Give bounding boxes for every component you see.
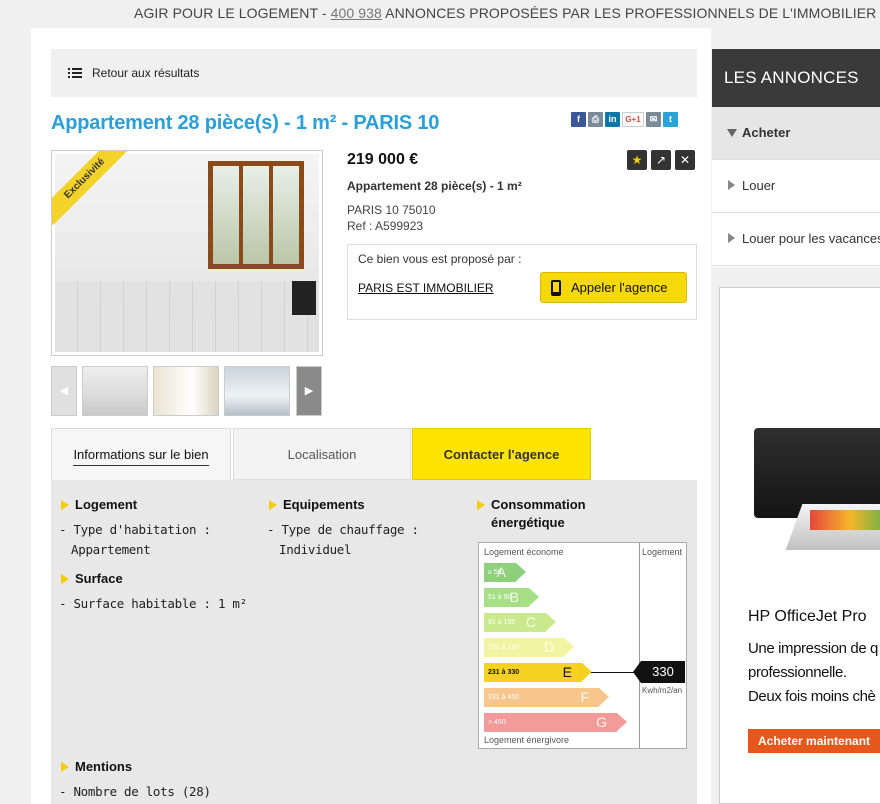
listing-subtitle: Appartement 28 pièce(s) - 1 m² <box>347 179 522 193</box>
banner-suffix: ANNONCES PROPOSÉES PAR LES PROFESSIONNEL… <box>381 5 877 21</box>
mentions-heading: Mentions <box>61 758 211 776</box>
sidebar-title: LES ANNONCES <box>712 49 880 107</box>
thumb-prev-button[interactable]: ◀ <box>51 366 77 416</box>
favorite-star-icon[interactable]: ★ <box>627 150 647 170</box>
ad-title: HP OfficeJet Pro <box>748 608 867 625</box>
close-icon[interactable]: ✕ <box>675 150 695 170</box>
top-banner: AGIR POUR LE LOGEMENT - 400 938 ANNONCES… <box>0 0 880 28</box>
ad-buy-button[interactable]: Acheter maintenant <box>748 729 880 753</box>
call-agency-button[interactable]: Appeler l'agence <box>540 272 687 303</box>
energy-class-a: ≤ 50 A <box>484 563 526 582</box>
printer-image <box>754 428 880 550</box>
details-panel: Logement - Type d'habitation : Apparteme… <box>51 480 697 804</box>
listings-sidebar: LES ANNONCES Acheter Louer Louer pour le… <box>712 49 880 267</box>
price: 219 000 € <box>347 151 419 168</box>
sidebar-item-louer[interactable]: Louer <box>712 160 880 213</box>
listing-ref: Ref : A599923 <box>347 219 424 233</box>
energy-unit: Kwh/m2/an <box>642 686 683 695</box>
facebook-icon[interactable]: f <box>571 112 586 127</box>
list-icon <box>68 67 82 79</box>
tab-information[interactable]: Informations sur le bien <box>51 428 231 480</box>
main-photo[interactable]: Exclusivité <box>51 150 323 356</box>
energy-value: 330 <box>633 661 685 683</box>
agency-intro: Ce bien vous est proposé par : <box>358 252 522 266</box>
thumbnail-1[interactable] <box>82 366 148 416</box>
detail-tabs: Informations sur le bien Localisation Co… <box>51 428 697 480</box>
ad-text: Une impression de q professionnelle. Deux … <box>748 640 878 705</box>
thumbnail-strip: ◀ ▶ <box>51 366 323 416</box>
thumbnail-3[interactable] <box>224 366 290 416</box>
twitter-icon[interactable]: t <box>663 112 678 127</box>
google-plus-icon[interactable]: G+1 <box>622 112 644 127</box>
energy-class-c: 91 à 150 C <box>484 613 556 632</box>
back-to-results-button[interactable]: Retour aux résultats <box>51 49 697 97</box>
equipment-heading: Equipements <box>269 496 419 514</box>
print-icon[interactable]: ⎙ <box>588 112 603 127</box>
energy-section: Consommation énergétique <box>477 496 586 538</box>
equipment-section: Equipements - Type de chauffage : Indivi… <box>267 496 419 557</box>
window-image <box>208 161 304 269</box>
agency-name-link[interactable]: PARIS EST IMMOBILIER <box>358 281 494 295</box>
advertisement[interactable]: HP OfficeJet Pro Une impression de q prof… <box>719 287 880 804</box>
sidebar-item-acheter[interactable]: Acheter <box>712 107 880 160</box>
energy-heading-2: énergétique <box>491 515 565 530</box>
surface-heading: Surface <box>61 570 247 588</box>
tab-contact[interactable]: Contacter l'agence <box>412 428 591 480</box>
linkedin-icon[interactable]: in <box>605 112 620 127</box>
back-label: Retour aux résultats <box>92 66 200 80</box>
main-content: Retour aux résultats Appartement 28 pièc… <box>31 28 711 804</box>
call-agency-label: Appeler l'agence <box>571 280 668 295</box>
phone-icon <box>551 279 561 296</box>
energy-class-e: 231 à 330 E <box>484 663 592 682</box>
banner-prefix: AGIR POUR LE LOGEMENT - <box>134 5 331 21</box>
energy-heading: Consommation <box>477 496 586 514</box>
energy-class-f: 331 à 450 F <box>484 688 609 707</box>
listing-city: PARIS 10 75010 <box>347 203 436 217</box>
housing-heading: Logement <box>61 496 247 514</box>
listing-count-link[interactable]: 400 938 <box>331 5 382 21</box>
sidebar-item-vacances[interactable]: Louer pour les vacances <box>712 213 880 266</box>
energy-class-g: > 450 G <box>484 713 627 732</box>
price-trend-icon[interactable]: ↗ <box>651 150 671 170</box>
housing-section: Logement - Type d'habitation : Apparteme… <box>59 496 247 611</box>
tab-location[interactable]: Localisation <box>233 428 411 480</box>
energy-label-chart: Logement économe Logement ≤ 50 A 51 à 90 B 9… <box>478 542 687 749</box>
email-icon[interactable]: ✉ <box>646 112 661 127</box>
energy-class-d: 151 à 230 D <box>484 638 574 657</box>
listing-actions: ★ ↗ ✕ <box>627 150 695 170</box>
share-bar: f ⎙ in G+1 ✉ t <box>571 112 678 127</box>
energy-class-b: 51 à 90 B <box>484 588 539 607</box>
thumb-next-button[interactable]: ▶ <box>296 366 322 416</box>
mentions-section: Mentions - Nombre de lots (28) <box>59 758 211 799</box>
agency-box: Ce bien vous est proposé par : PARIS EST… <box>347 244 697 320</box>
thumbnail-2[interactable] <box>153 366 219 416</box>
page-title: Appartement 28 pièce(s) - 1 m² - PARIS 1… <box>51 112 440 134</box>
